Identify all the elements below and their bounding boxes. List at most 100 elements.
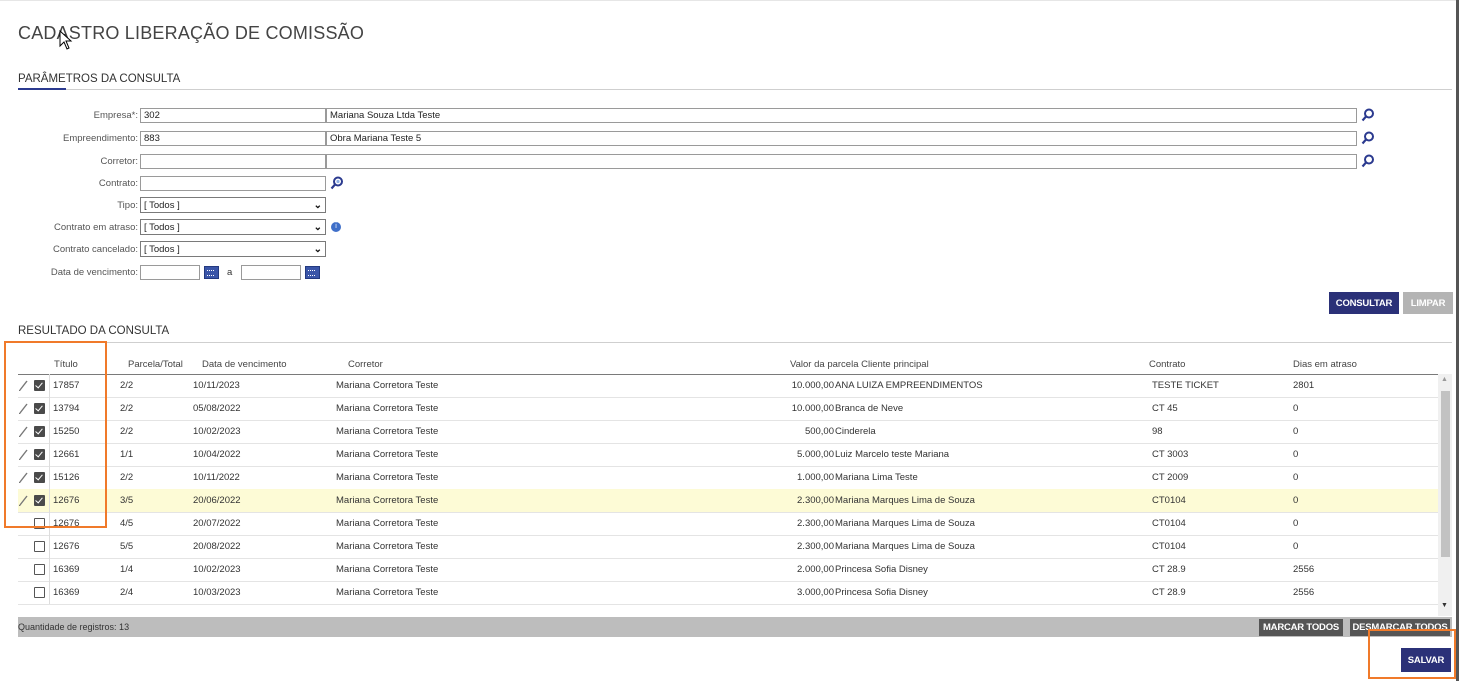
empresa-row: Empresa*: 302 Mariana Souza Ltda Teste bbox=[0, 106, 1375, 124]
tipo-label: Tipo: bbox=[117, 199, 138, 211]
cell-dias: 0 bbox=[1293, 495, 1299, 506]
cell-vencimento: 10/02/2023 bbox=[193, 564, 241, 575]
corretor-name-input[interactable] bbox=[326, 153, 1357, 169]
col-contrato[interactable]: Contrato bbox=[1149, 359, 1185, 370]
cell-corretor: Mariana Corretora Teste bbox=[336, 426, 439, 437]
contrato-cancelado-select[interactable]: [ Todos ] ⌄ bbox=[140, 241, 326, 257]
search-icon[interactable] bbox=[1361, 108, 1375, 122]
row-checkbox[interactable] bbox=[34, 564, 45, 575]
cell-cliente: Mariana Lima Teste bbox=[835, 472, 918, 483]
record-count: Quantidade de registros: 13 bbox=[18, 622, 130, 632]
search-icon[interactable] bbox=[1361, 154, 1375, 168]
cell-dias: 0 bbox=[1293, 403, 1299, 414]
table-row[interactable]: 17857 2/2 10/11/2023 Mariana Corretora Test… bbox=[18, 374, 1438, 398]
column-divider bbox=[49, 581, 50, 604]
results-footer: Quantidade de registros: 13 bbox=[18, 617, 1452, 637]
cell-contrato: TESTE TICKET bbox=[1152, 380, 1219, 391]
column-divider bbox=[49, 535, 50, 558]
cell-contrato: CT0104 bbox=[1152, 495, 1186, 506]
col-corretor[interactable]: Corretor bbox=[348, 359, 383, 370]
marcar-todos-button[interactable]: MARCAR TODOS bbox=[1259, 619, 1343, 636]
contrato-input[interactable] bbox=[140, 175, 326, 191]
col-valor-cliente[interactable]: Valor da parcela Cliente principal bbox=[790, 359, 929, 370]
calendar-icon[interactable] bbox=[204, 265, 219, 279]
data-vencimento-label: Data de vencimento: bbox=[50, 266, 138, 278]
cell-valor: 10.000,00 bbox=[791, 403, 834, 414]
cell-parcela: 2/2 bbox=[120, 426, 134, 437]
cell-corretor: Mariana Corretora Teste bbox=[336, 564, 439, 575]
tipo-row: Tipo: [ Todos ] ⌄ bbox=[0, 196, 326, 214]
cell-contrato: CT 2009 bbox=[1152, 472, 1189, 483]
cell-cliente: Cinderela bbox=[835, 426, 876, 437]
table-row[interactable]: 15250 2/2 10/02/2023 Mariana Corretora Test… bbox=[18, 420, 1438, 444]
cell-dias: 0 bbox=[1293, 541, 1299, 552]
cell-vencimento: 10/02/2023 bbox=[193, 426, 241, 437]
chevron-down-icon: ⌄ bbox=[313, 199, 322, 211]
contrato-atraso-select[interactable]: [ Todos ] ⌄ bbox=[140, 219, 326, 235]
cell-parcela: 2/2 bbox=[120, 380, 134, 391]
cell-cliente: Branca de Neve bbox=[835, 403, 904, 414]
tipo-select[interactable]: [ Todos ] ⌄ bbox=[140, 197, 326, 213]
results-scrollbar[interactable]: ▲ ▼ bbox=[1438, 374, 1452, 616]
cell-contrato: CT 45 bbox=[1152, 403, 1178, 414]
search-icon[interactable] bbox=[1361, 131, 1375, 145]
cell-dias: 0 bbox=[1293, 426, 1299, 437]
consultar-button[interactable]: CONSULTAR bbox=[1329, 292, 1399, 314]
table-row[interactable]: 12676 4/5 20/07/2022 Mariana Corretora Test… bbox=[18, 512, 1438, 536]
contrato-cancelado-selected: [ Todos ] bbox=[144, 243, 180, 255]
cell-dias: 0 bbox=[1293, 518, 1299, 529]
limpar-button[interactable]: LIMPAR bbox=[1403, 292, 1453, 314]
row-checkbox[interactable] bbox=[34, 541, 45, 552]
search-icon[interactable] bbox=[330, 176, 344, 190]
data-vencimento-from-input[interactable] bbox=[140, 264, 200, 280]
cell-valor: 2.000,00 bbox=[797, 564, 834, 575]
scroll-up-icon[interactable]: ▲ bbox=[1441, 376, 1448, 383]
cell-corretor: Mariana Corretora Teste bbox=[336, 449, 439, 460]
params-section-title: PARÂMETROS DA CONSULTA bbox=[18, 73, 181, 85]
scroll-down-icon[interactable]: ▼ bbox=[1441, 602, 1448, 609]
cell-vencimento: 20/08/2022 bbox=[193, 541, 241, 552]
col-parcela[interactable]: Parcela/Total bbox=[128, 359, 183, 370]
cell-parcela: 3/5 bbox=[120, 495, 134, 506]
info-icon[interactable]: i bbox=[331, 222, 341, 232]
cell-contrato: 98 bbox=[1152, 426, 1163, 437]
row-checkbox[interactable] bbox=[34, 587, 45, 598]
empreendimento-name-input[interactable]: Obra Mariana Teste 5 bbox=[326, 130, 1357, 146]
cell-valor: 2.300,00 bbox=[797, 495, 834, 506]
cell-contrato: CT0104 bbox=[1152, 518, 1186, 529]
results-section-title: RESULTADO DA CONSULTA bbox=[18, 325, 170, 337]
empresa-code-input[interactable]: 302 bbox=[140, 107, 326, 123]
cell-corretor: Mariana Corretora Teste bbox=[336, 472, 439, 483]
table-row[interactable]: 15126 2/2 10/11/2022 Mariana Corretora Test… bbox=[18, 466, 1438, 490]
data-vencimento-to-input[interactable] bbox=[241, 264, 302, 280]
table-row[interactable]: 13794 2/2 05/08/2022 Mariana Corretora Test… bbox=[18, 397, 1438, 421]
annotation-highlight-save bbox=[1368, 629, 1456, 679]
cell-cliente: Princesa Sofia Disney bbox=[835, 587, 928, 598]
cell-valor: 2.300,00 bbox=[797, 541, 834, 552]
scroll-thumb[interactable] bbox=[1441, 391, 1450, 557]
cell-cliente: Mariana Marques Lima de Souza bbox=[835, 541, 975, 552]
cell-vencimento: 05/08/2022 bbox=[193, 403, 241, 414]
empreendimento-code-input[interactable]: 883 bbox=[140, 130, 326, 146]
empreendimento-row: Empreendimento: 883 Obra Mariana Teste 5 bbox=[0, 129, 1375, 147]
tipo-selected: [ Todos ] bbox=[144, 199, 180, 211]
empresa-name-input[interactable]: Mariana Souza Ltda Teste bbox=[326, 107, 1357, 123]
contrato-label: Contrato: bbox=[98, 177, 138, 189]
col-vencimento[interactable]: Data de vencimento bbox=[202, 359, 287, 370]
top-border bbox=[0, 0, 1459, 1]
calendar-icon[interactable] bbox=[305, 265, 321, 279]
cell-vencimento: 10/11/2023 bbox=[193, 380, 240, 391]
table-row[interactable]: 16369 2/4 10/03/2023 Mariana Corretora Test… bbox=[18, 581, 1438, 605]
params-section-divider bbox=[18, 89, 1452, 90]
corretor-code-input[interactable] bbox=[140, 153, 326, 169]
cell-dias: 2801 bbox=[1293, 380, 1315, 391]
table-row[interactable]: 12676 5/5 20/08/2022 Mariana Corretora Test… bbox=[18, 535, 1438, 559]
table-row[interactable]: 12661 1/1 10/04/2022 Mariana Corretora Test… bbox=[18, 443, 1438, 467]
contrato-row: Contrato: bbox=[0, 174, 344, 192]
cell-valor: 3.000,00 bbox=[797, 587, 834, 598]
col-dias[interactable]: Dias em atraso bbox=[1293, 359, 1357, 370]
contrato-cancelado-row: Contrato cancelado: [ Todos ] ⌄ bbox=[0, 240, 326, 258]
cell-vencimento: 20/07/2022 bbox=[193, 518, 241, 529]
table-row[interactable]: 16369 1/4 10/02/2023 Mariana Corretora Test… bbox=[18, 558, 1438, 582]
table-row[interactable]: 12676 3/5 20/06/2022 Mariana Corretora Test… bbox=[18, 489, 1438, 513]
